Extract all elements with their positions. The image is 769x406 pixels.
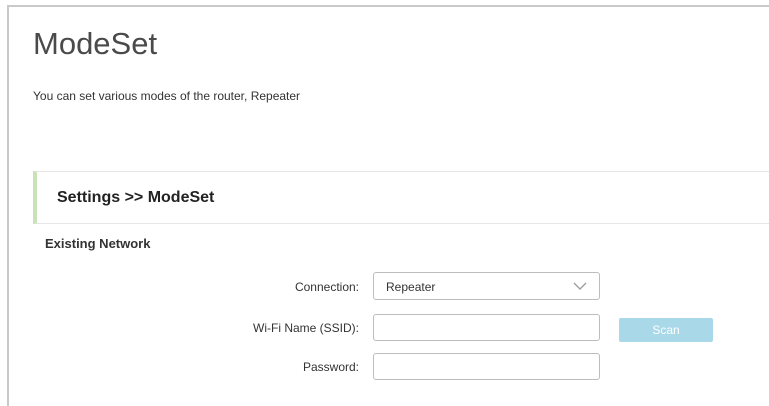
connection-label: Connection:: [294, 280, 359, 294]
page-frame: ModeSet You can set various modes of the…: [0, 0, 769, 406]
existing-network-heading: Existing Network: [45, 236, 151, 251]
page-description: You can set various modes of the router,…: [33, 89, 301, 103]
scan-button[interactable]: Scan: [619, 318, 713, 342]
connection-select[interactable]: Repeater: [373, 272, 600, 300]
section-header: Settings >> ModeSet: [33, 171, 769, 224]
ssid-input[interactable]: [373, 314, 600, 341]
connection-select-value: Repeater: [386, 280, 436, 294]
password-label: Password:: [302, 360, 359, 374]
frame-top-border: [7, 5, 769, 7]
frame-left-border: [7, 5, 9, 406]
ssid-label: Wi-Fi Name (SSID):: [253, 321, 359, 335]
password-input[interactable]: [373, 353, 600, 380]
section-breadcrumb: Settings >> ModeSet: [57, 189, 215, 206]
page-title: ModeSet: [33, 26, 158, 61]
chevron-down-icon: [573, 282, 587, 290]
